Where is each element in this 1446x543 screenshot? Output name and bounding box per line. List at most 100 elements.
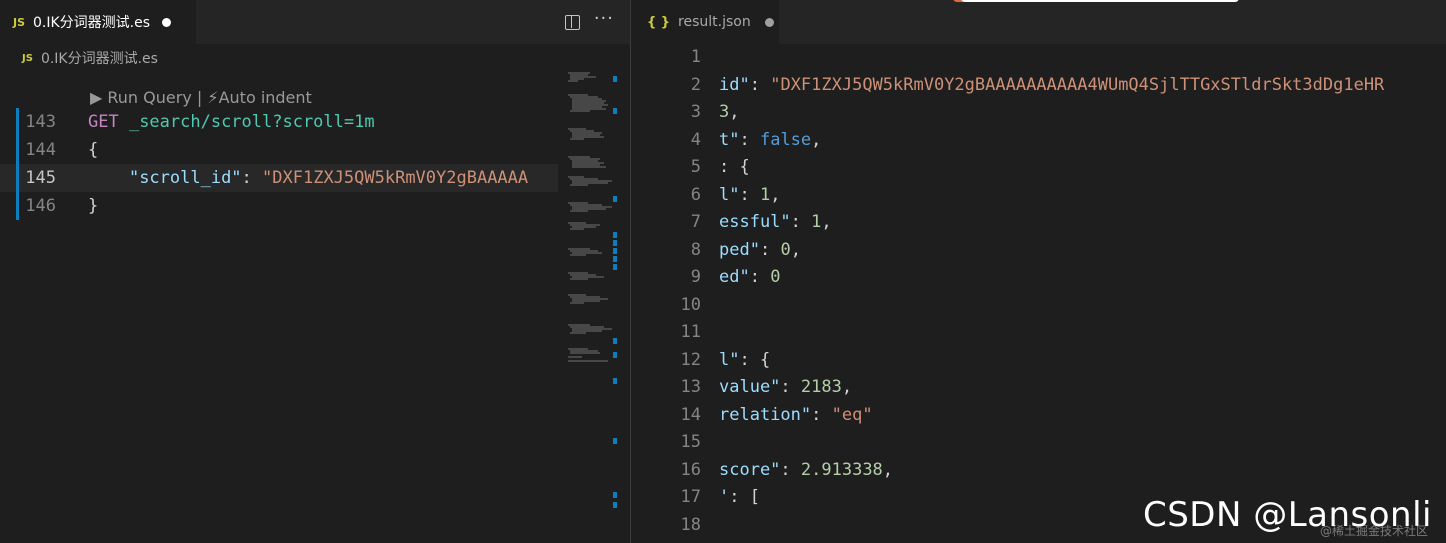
- minimap-line: [570, 138, 584, 140]
- code-text: 3,: [719, 99, 740, 127]
- json-line: 6 l": 1,: [631, 182, 1446, 210]
- token-key: essful": [719, 212, 791, 232]
- minimap-change-marker: [613, 264, 617, 270]
- minimap-change-marker: [613, 492, 617, 498]
- code-text: }: [88, 196, 99, 216]
- json-key: "scroll_id": [128, 168, 242, 188]
- code-editor[interactable]: ▶ Run Query | ⚡Auto indent 143 GET _sear…: [0, 72, 558, 543]
- unsaved-dot-icon[interactable]: [764, 17, 774, 27]
- code-line-current: 145 "scroll_id": "DXF1ZXJ5QW5kRmV0Y2gBAA…: [0, 164, 558, 192]
- line-number: 143: [25, 112, 56, 132]
- minimap-change-marker: [613, 76, 617, 82]
- token-plain: :: [749, 74, 771, 95]
- line-number: 13: [680, 377, 701, 397]
- token-num: 2183: [800, 377, 842, 397]
- minimap-line: [570, 302, 584, 304]
- token-plain: :: [749, 267, 771, 287]
- minimap-change-marker: [613, 240, 617, 246]
- line-number: 4: [690, 129, 701, 150]
- json-line: 15: [631, 429, 1446, 457]
- token-key: ped": [719, 239, 760, 260]
- tab-result-json[interactable]: { } result.json: [631, 0, 779, 44]
- token-str: "DXF1ZXJ5QW5kRmV0Y2gBAAAAAAAAAA4WUmQ4Sjl…: [770, 74, 1385, 95]
- token-plain: :: [739, 184, 760, 205]
- line-number: 144: [25, 140, 56, 160]
- minimap-line: [572, 166, 606, 168]
- split-editor-icon[interactable]: [564, 14, 580, 30]
- auto-indent-link[interactable]: ⚡Auto indent: [207, 88, 311, 107]
- code-text: {: [88, 140, 99, 160]
- token-plain: :: [780, 377, 801, 397]
- minimap-change-marker: [613, 378, 617, 384]
- code-line: 143 GET _search/scroll?scroll=1m: [0, 108, 558, 136]
- code-text: id": "DXF1ZXJ5QW5kRmV0Y2gBAAAAAAAAAA4WUm…: [719, 72, 1384, 100]
- minimap-line: [570, 332, 586, 334]
- breadcrumb-file[interactable]: 0.IK分词器测试.es: [41, 48, 158, 68]
- more-actions-icon[interactable]: ···: [594, 10, 614, 28]
- right-editor-group: { } result.json 1 2 id": "DXF1ZXJ5QW5kRmV0…: [631, 0, 1446, 543]
- code-text: t": false,: [719, 127, 821, 155]
- line-number: 15: [680, 432, 701, 452]
- token-plain: ,: [811, 129, 822, 150]
- json-string: "DXF1ZXJ5QW5kRmV0Y2gBAAAAA: [262, 168, 529, 188]
- json-line: 4 t": false,: [631, 127, 1446, 155]
- json-line: 10: [631, 292, 1446, 320]
- left-tab-bar: JS 0.IK分词器测试.es ···: [0, 0, 630, 44]
- code-text: score": 2.913338,: [719, 457, 893, 485]
- json-line: 13 value": 2183,: [631, 374, 1446, 402]
- token-plain: ,: [770, 184, 781, 205]
- unsaved-dot-icon[interactable]: [162, 17, 172, 27]
- codelens-separator: |: [191, 88, 208, 107]
- line-number: 2: [690, 74, 701, 95]
- minimap-change-marker: [613, 232, 617, 238]
- minimap-line: [570, 254, 586, 256]
- minimap-line: [570, 210, 588, 212]
- code-text: l": 1,: [719, 182, 780, 210]
- request-path: _search/scroll?scroll=1m: [118, 112, 375, 132]
- line-number: 9: [690, 267, 701, 287]
- minimap-change-marker: [613, 338, 617, 344]
- token-num: 0: [780, 239, 791, 260]
- token-str: "eq": [831, 404, 873, 425]
- tab-ik-test-es[interactable]: JS 0.IK分词器测试.es: [0, 0, 196, 44]
- json-line: 5 : {: [631, 154, 1446, 182]
- json-line: 8 ped": 0,: [631, 237, 1446, 265]
- token-plain: :: [759, 239, 781, 260]
- minimap-line: [568, 356, 582, 358]
- minimap-change-marker: [613, 438, 617, 444]
- json-editor[interactable]: 1 2 id": "DXF1ZXJ5QW5kRmV0Y2gBAAAAAAAAAA4W…: [631, 44, 1446, 543]
- token-plain: ,: [841, 377, 853, 397]
- js-file-icon: JS: [22, 52, 33, 64]
- token-key: ed": [719, 267, 750, 287]
- minimap-line: [570, 184, 588, 186]
- token-key: id": [719, 74, 750, 95]
- http-method: GET: [88, 112, 119, 132]
- token-num: 2.913338: [800, 459, 883, 480]
- token-key: t": [719, 129, 740, 150]
- token-num: 0: [770, 267, 781, 287]
- json-line: 2 id": "DXF1ZXJ5QW5kRmV0Y2gBAAAAAAAAAA4WU…: [631, 72, 1446, 100]
- minimap-change-marker: [613, 108, 617, 114]
- minimap-line: [570, 278, 588, 280]
- json-line: 3 3,: [631, 99, 1446, 127]
- minimap-line: [570, 352, 600, 354]
- line-number: 16: [680, 459, 701, 480]
- code-text: : {: [719, 154, 750, 182]
- code-line: 144 {: [0, 136, 558, 164]
- line-number: 5: [690, 157, 701, 177]
- token-plain: :: [739, 129, 760, 150]
- left-editor-group: JS 0.IK分词器测试.es ··· JS 0.IK分词器测试.es ▶ Ru…: [0, 0, 630, 543]
- right-tab-bar: { } result.json: [631, 0, 1446, 44]
- minimap-change-marker: [613, 352, 617, 358]
- token-plain: :: [790, 212, 812, 232]
- json-line: 9 ed": 0: [631, 264, 1446, 292]
- token-num: 1: [759, 184, 771, 205]
- minimap[interactable]: [558, 72, 630, 543]
- token-plain: : {: [719, 157, 750, 177]
- run-query-link[interactable]: ▶ Run Query: [90, 88, 192, 107]
- token-num: 3: [719, 102, 730, 122]
- line-number: 146: [25, 196, 56, 216]
- token-key: relation": [719, 404, 812, 425]
- codelens: ▶ Run Query | ⚡Auto indent: [90, 88, 312, 107]
- json-line: 14 relation": "eq": [631, 402, 1446, 430]
